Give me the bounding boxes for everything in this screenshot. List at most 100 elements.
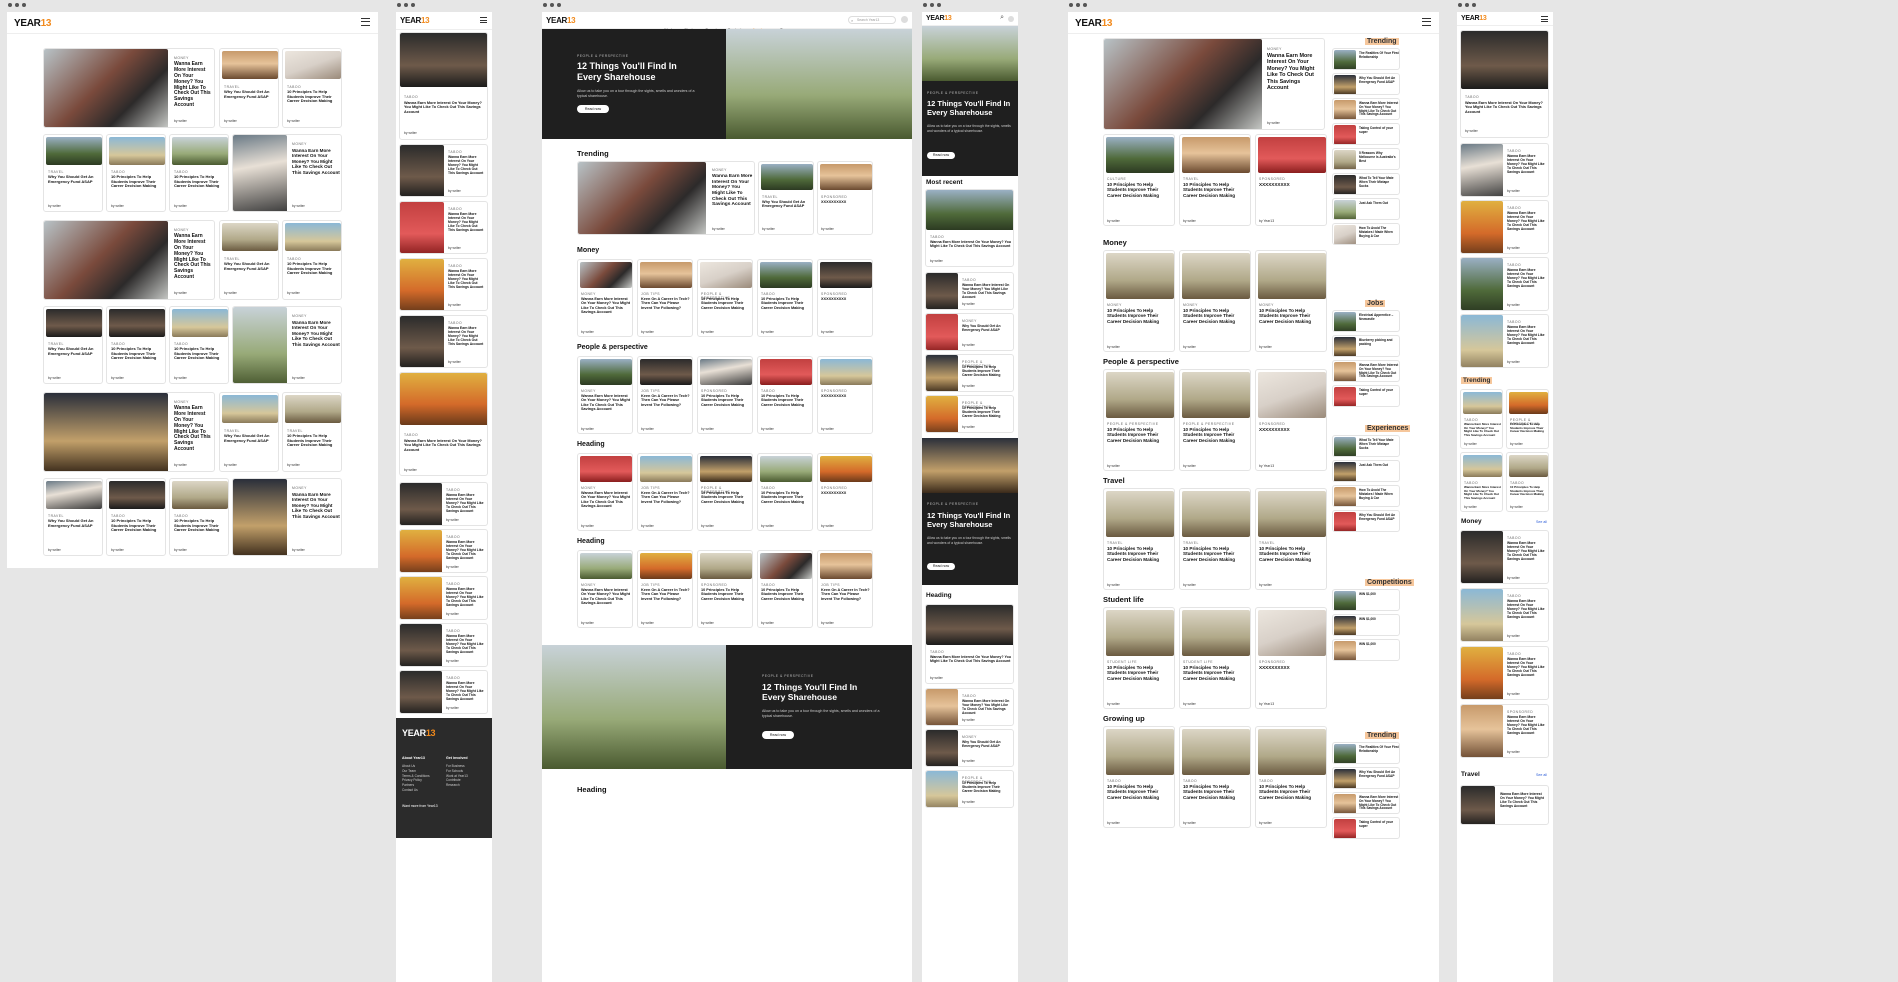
article-card[interactable]: PEOPLE & PERSPECTIVE 10 Principles To Hel… <box>1179 369 1251 471</box>
menu-icon[interactable] <box>480 17 487 23</box>
article-card[interactable]: TABOO Wanna Earn More Interest On Your M… <box>399 32 488 140</box>
sidebar-item[interactable]: What To Tell Your Mate When Their Mixtap… <box>1332 173 1400 195</box>
article-card-feature[interactable]: MONEY Wanna Earn More Interest On Your M… <box>577 161 755 235</box>
article-card[interactable]: TRAVEL Why You Should Get An Emergency F… <box>43 478 103 556</box>
article-card[interactable]: TABOOWanna Earn More Interest On Your Mo… <box>1460 143 1549 197</box>
article-card[interactable]: STUDENT LIFE 10 Principles To Help Studen… <box>1179 607 1251 709</box>
article-card[interactable]: TABOOWanna Earn More Interest On Your Mo… <box>1460 389 1503 449</box>
article-card[interactable]: TRAVEL Why You Should Get An Emergency F… <box>43 306 103 384</box>
article-card[interactable]: SPONSORED XXXXXXXXXX by writer <box>817 453 873 531</box>
footer-logo[interactable]: YEAR13 <box>402 728 436 738</box>
sidebar-item[interactable]: Taking Control of your super <box>1332 123 1400 145</box>
see-all-link[interactable]: See all <box>1536 773 1547 777</box>
article-card[interactable]: TABOOWanna Earn More Interest On Your Mo… <box>1460 314 1549 368</box>
see-all-link[interactable]: See all <box>1536 520 1547 524</box>
site-logo[interactable]: YEAR13 <box>1461 15 1487 22</box>
article-card[interactable]: TABOO 10 Principles To Help Students Imp… <box>106 134 166 212</box>
article-card[interactable]: TABOO 10 Principles To Help Students Imp… <box>282 220 342 300</box>
article-card[interactable]: SPONSORED 10 Principles To Help Students … <box>697 550 753 628</box>
article-card[interactable]: JOB TIPS Keen On A Career In Tech? Then C… <box>637 453 693 531</box>
article-card[interactable]: CULTURE 10 Principles To Help Students Im… <box>1103 134 1175 226</box>
article-card[interactable]: PEOPLE & PERSPECTIVE 10 Principles To Hel… <box>925 395 1014 433</box>
avatar[interactable] <box>901 16 908 23</box>
article-card[interactable]: MONEY 10 Principles To Help Students Impr… <box>1179 250 1251 352</box>
article-card[interactable]: MONEY Why You Should Get An Emergency Fun… <box>925 313 1014 351</box>
article-card[interactable]: TABOOWanna Earn More Interest On Your Mo… <box>925 272 1014 310</box>
article-card[interactable]: TRAVEL 10 Principles To Help Students Imp… <box>1103 488 1175 590</box>
footer-links-about[interactable]: About Us Our Team Terms & Conditions Privac… <box>402 764 430 793</box>
article-card[interactable]: TRAVEL 10 Principles To Help Students Imp… <box>1179 488 1251 590</box>
article-card[interactable]: TABOO 10 Principles To Help Students Imp… <box>169 134 229 212</box>
article-card[interactable]: PEOPLE & PERSPECTIVE 10 Principles To Hel… <box>925 354 1014 392</box>
sidebar-item[interactable]: Wanna Earn More Interest On Your Money? … <box>1332 98 1400 120</box>
sidebar-item[interactable]: WIN $1,000 <box>1332 639 1400 661</box>
article-card[interactable]: TRAVEL 10 Principles To Help Students Im… <box>282 392 342 472</box>
article-card[interactable]: SPONSORED XXXXXXXXXX by writer <box>817 356 873 434</box>
article-card[interactable]: TRAVEL Why You Should Get An Emergency F… <box>758 161 814 235</box>
sidebar-item[interactable]: The Realities Of Your First Relationship <box>1332 48 1400 70</box>
sidebar-item[interactable]: Just Ask Them Out <box>1332 198 1400 220</box>
article-card[interactable]: TABOOWanna Earn More Interest On Your Mo… <box>1460 646 1549 700</box>
article-card[interactable]: SPONSORED 10 Principles To Help Students … <box>697 356 753 434</box>
sidebar-item[interactable]: Wanna Earn More Interest On Your Money? … <box>1332 792 1400 814</box>
site-logo[interactable]: YEAR13 <box>926 15 952 22</box>
sidebar-item[interactable]: Wanna Earn More Interest On Your Money? … <box>1332 360 1400 382</box>
article-card[interactable]: TABOOWanna Earn More Interest On Your Mo… <box>1460 257 1549 311</box>
article-card[interactable]: TABOOWanna Earn More Interest On Your Mo… <box>399 670 488 714</box>
article-card[interactable]: JOB TIPS Keen On A Career In Tech? Then C… <box>637 356 693 434</box>
article-card[interactable]: TABOOWanna Earn More Interest On Your Mo… <box>1460 452 1503 512</box>
sidebar-item[interactable]: Why You Should Get An Emergency Fund ASA… <box>1332 73 1400 95</box>
footer-links-involved[interactable]: For Business For Schools Work at Year13 Con… <box>446 764 468 788</box>
article-card[interactable]: TABOO 10 Principles To Help Students Impr… <box>757 453 813 531</box>
article-card[interactable]: TABOO 10 Principles To Help Students Imp… <box>106 478 166 556</box>
article-card-wide[interactable]: MONEY Wanna Earn More Interest On Your M… <box>232 134 342 212</box>
article-card-feature[interactable]: MONEY Wanna Earn More Interest On Your M… <box>43 392 215 472</box>
article-card[interactable]: TABOOWanna Earn More Interest On Your Mo… <box>399 315 488 368</box>
sidebar-item[interactable]: Just Ask Them Out <box>1332 460 1400 482</box>
article-card[interactable]: TABOO 10 Principles To Help Students Impr… <box>757 550 813 628</box>
article-card[interactable]: TABOO 10 Principles To Help Students Imp… <box>106 306 166 384</box>
article-card[interactable]: TRAVEL 10 Principles To Help Students Imp… <box>1179 134 1251 226</box>
article-card[interactable]: TABOO Wanna Earn More Interest On Your M… <box>1460 30 1549 138</box>
article-card[interactable]: SPONSORED XXXXXXXXXX by writer <box>817 259 873 337</box>
article-card[interactable]: JOB TIPS Keen On A Career In Tech? Then C… <box>637 550 693 628</box>
article-card[interactable]: TABOO 10 Principles To Help Students Impr… <box>1255 726 1327 828</box>
article-card[interactable]: TABOOWanna Earn More Interest On Your Mo… <box>399 529 488 573</box>
read-now-button[interactable]: Read now <box>762 731 794 739</box>
sidebar-item[interactable]: WIN $1,000 <box>1332 614 1400 636</box>
article-card[interactable]: TABOO 10 Principles To Help Students Impr… <box>1506 452 1549 512</box>
article-card-feature[interactable]: MONEY Wanna Earn More Interest On Your M… <box>43 48 215 128</box>
article-card[interactable]: TABOO 10 Principles To Help Students Imp… <box>169 306 229 384</box>
article-card[interactable]: TABOO 10 Principles To Help Students Imp… <box>169 478 229 556</box>
sidebar-item[interactable]: The Realities Of Your First Relationship <box>1332 742 1400 764</box>
article-card[interactable]: TABOOWanna Earn More Interest On Your Mo… <box>399 258 488 311</box>
search-icon[interactable]: ⌕ <box>1000 14 1004 22</box>
article-card[interactable]: SPONSORED XXXXXXXXXX by writer <box>817 161 873 235</box>
article-card[interactable]: TABOOWanna Earn More Interest On Your Mo… <box>1460 530 1549 584</box>
article-card[interactable]: TABOOWanna Earn More Interest On Your Mo… <box>925 688 1014 726</box>
article-card[interactable]: TRAVEL Why You Should Get An Emergency F… <box>43 134 103 212</box>
search-input[interactable]: ⌕ Search Year13 <box>848 16 896 24</box>
article-card[interactable]: TRAVEL 10 Principles To Help Students Imp… <box>1255 488 1327 590</box>
sidebar-item[interactable]: 5 Reasons Why Melbourne Is Australia's B… <box>1332 148 1400 170</box>
article-card-wide[interactable]: MONEY Wanna Earn More Interest On Your M… <box>232 478 342 556</box>
article-card[interactable]: TABOOWanna Earn More Interest On Your Mo… <box>1460 588 1549 642</box>
article-card[interactable]: Wanna Earn More Interest On Your Money? … <box>1460 785 1549 825</box>
article-card[interactable]: TABOOWanna Earn More Interest On Your Mo… <box>399 144 488 197</box>
menu-icon[interactable] <box>361 18 370 26</box>
read-now-button[interactable]: Read now <box>927 563 955 570</box>
article-card[interactable]: PEOPLE & PERSPECTIVE 10 Principles To Hel… <box>697 453 753 531</box>
read-now-button[interactable]: Read now <box>927 152 955 159</box>
article-card[interactable]: MONEY Wanna Earn More Interest On Your Mo… <box>577 550 633 628</box>
article-card[interactable]: TABOO 10 Principles To Help Students Impr… <box>757 259 813 337</box>
read-now-button[interactable]: Read now <box>577 105 609 113</box>
article-card[interactable]: MONEY Wanna Earn More Interest On Your Mo… <box>577 453 633 531</box>
site-logo[interactable]: YEAR13 <box>400 16 430 25</box>
article-card[interactable]: SPONSORED XXXXXXXXXX by Year13 <box>1255 369 1327 471</box>
sidebar-item[interactable]: How To Avoid The Mistakes I Made When Bu… <box>1332 485 1400 507</box>
article-card[interactable]: TABOO 10 Principles To Help Students Impr… <box>1179 726 1251 828</box>
article-card-feature[interactable]: MONEY Wanna Earn More Interest On Your M… <box>1103 38 1325 130</box>
article-card[interactable]: TABOOWanna Earn More Interest On Your Mo… <box>1460 200 1549 254</box>
article-card[interactable]: PEOPLE & PERSPECTIVE 10 Principles To Hel… <box>697 259 753 337</box>
sidebar-item[interactable]: Why You Should Get An Emergency Fund ASA… <box>1332 767 1400 789</box>
